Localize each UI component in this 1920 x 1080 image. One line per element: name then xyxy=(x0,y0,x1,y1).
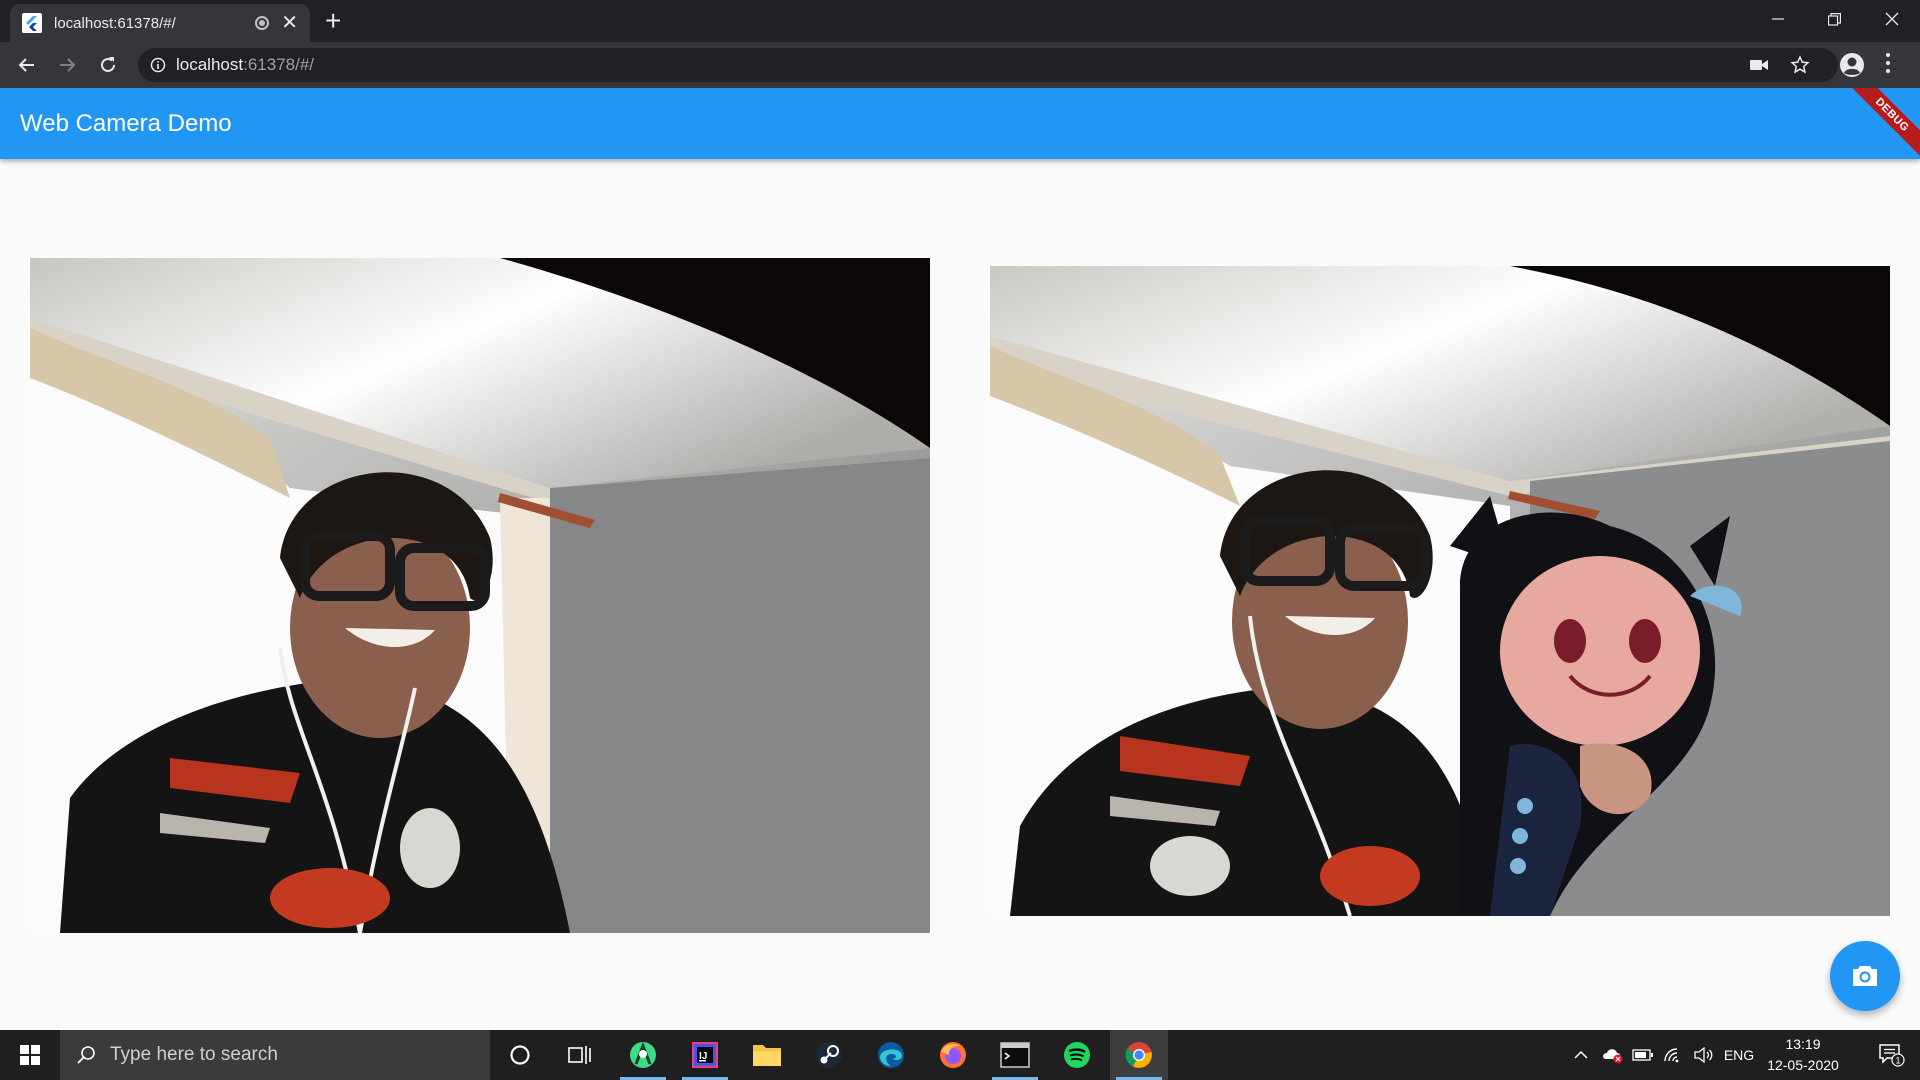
forward-arrow-icon xyxy=(60,58,76,72)
wifi-icon[interactable] xyxy=(1658,1030,1688,1080)
browser-tab[interactable]: localhost:61378/#/ ✕ xyxy=(10,4,310,42)
back-button[interactable] xyxy=(13,51,41,79)
input-language[interactable]: ENG xyxy=(1718,1030,1760,1080)
bookmark-star-icon[interactable] xyxy=(1790,48,1810,82)
browser-titlebar: localhost:61378/#/ ✕ + xyxy=(0,0,1920,42)
taskbar-clock[interactable]: 13:19 12-05-2020 xyxy=(1760,1034,1846,1076)
new-tab-button[interactable]: + xyxy=(325,7,341,35)
app-bar: Web Camera Demo xyxy=(0,88,1920,159)
edge-icon[interactable] xyxy=(862,1030,920,1080)
onedrive-error-icon[interactable] xyxy=(1598,1030,1628,1080)
camera-icon xyxy=(1853,966,1877,986)
battery-icon[interactable] xyxy=(1628,1030,1658,1080)
captured-snapshot xyxy=(990,266,1890,916)
minimize-button[interactable] xyxy=(1749,0,1806,38)
start-button[interactable] xyxy=(0,1030,60,1080)
terminal-icon[interactable] xyxy=(986,1030,1044,1080)
chrome-icon[interactable] xyxy=(1110,1030,1168,1080)
intellij-icon[interactable]: IJ xyxy=(676,1030,734,1080)
forward-button[interactable] xyxy=(53,51,81,79)
firefox-icon[interactable] xyxy=(924,1030,982,1080)
clock-date: 12-05-2020 xyxy=(1767,1057,1839,1073)
search-placeholder: Type here to search xyxy=(110,1044,278,1065)
volume-icon[interactable] xyxy=(1688,1030,1718,1080)
capture-photo-button[interactable] xyxy=(1830,941,1900,1011)
clock-time: 13:19 xyxy=(1785,1036,1821,1052)
browser-toolbar: localhost:61378/#/ xyxy=(0,42,1920,88)
page-title: Web Camera Demo xyxy=(20,109,232,137)
android-studio-icon[interactable] xyxy=(614,1030,672,1080)
menu-kebab-icon[interactable] xyxy=(1885,52,1891,79)
notification-count: 1 xyxy=(1895,1056,1900,1066)
reload-button[interactable] xyxy=(94,51,122,79)
close-window-button[interactable] xyxy=(1863,0,1920,38)
live-camera-preview xyxy=(30,258,930,933)
camera-in-use-icon[interactable] xyxy=(1750,48,1768,82)
flutter-icon xyxy=(22,13,42,33)
action-center-button[interactable]: 1 xyxy=(1864,1030,1920,1080)
address-bar[interactable]: localhost:61378/#/ xyxy=(138,48,1838,82)
back-arrow-icon xyxy=(18,58,34,72)
task-view-icon[interactable] xyxy=(551,1030,609,1080)
recording-indicator-icon xyxy=(255,16,270,30)
reload-icon xyxy=(101,57,115,72)
notification-icon: 1 xyxy=(1879,1044,1905,1067)
taskbar-search-box[interactable]: Type here to search xyxy=(60,1030,490,1080)
url-text: localhost:61378/#/ xyxy=(176,55,315,74)
file-explorer-icon[interactable] xyxy=(738,1030,796,1080)
show-hidden-icons-chevron-icon[interactable] xyxy=(1568,1030,1594,1080)
app-viewport: Web Camera Demo DEBUG xyxy=(0,88,1920,1030)
steam-icon[interactable] xyxy=(800,1030,858,1080)
spotify-icon[interactable] xyxy=(1048,1030,1106,1080)
windows-logo-icon xyxy=(20,1045,40,1065)
search-icon xyxy=(77,1046,95,1064)
cortana-icon[interactable] xyxy=(491,1030,549,1080)
tab-title: localhost:61378/#/ xyxy=(54,14,176,32)
restore-button[interactable] xyxy=(1806,0,1863,38)
tab-close-icon[interactable]: ✕ xyxy=(281,13,298,33)
profile-avatar-icon[interactable] xyxy=(1838,51,1866,84)
info-icon[interactable] xyxy=(150,57,166,73)
windows-taskbar: Type here to search IJ ENG 13:19 12-05-2… xyxy=(0,1030,1920,1080)
